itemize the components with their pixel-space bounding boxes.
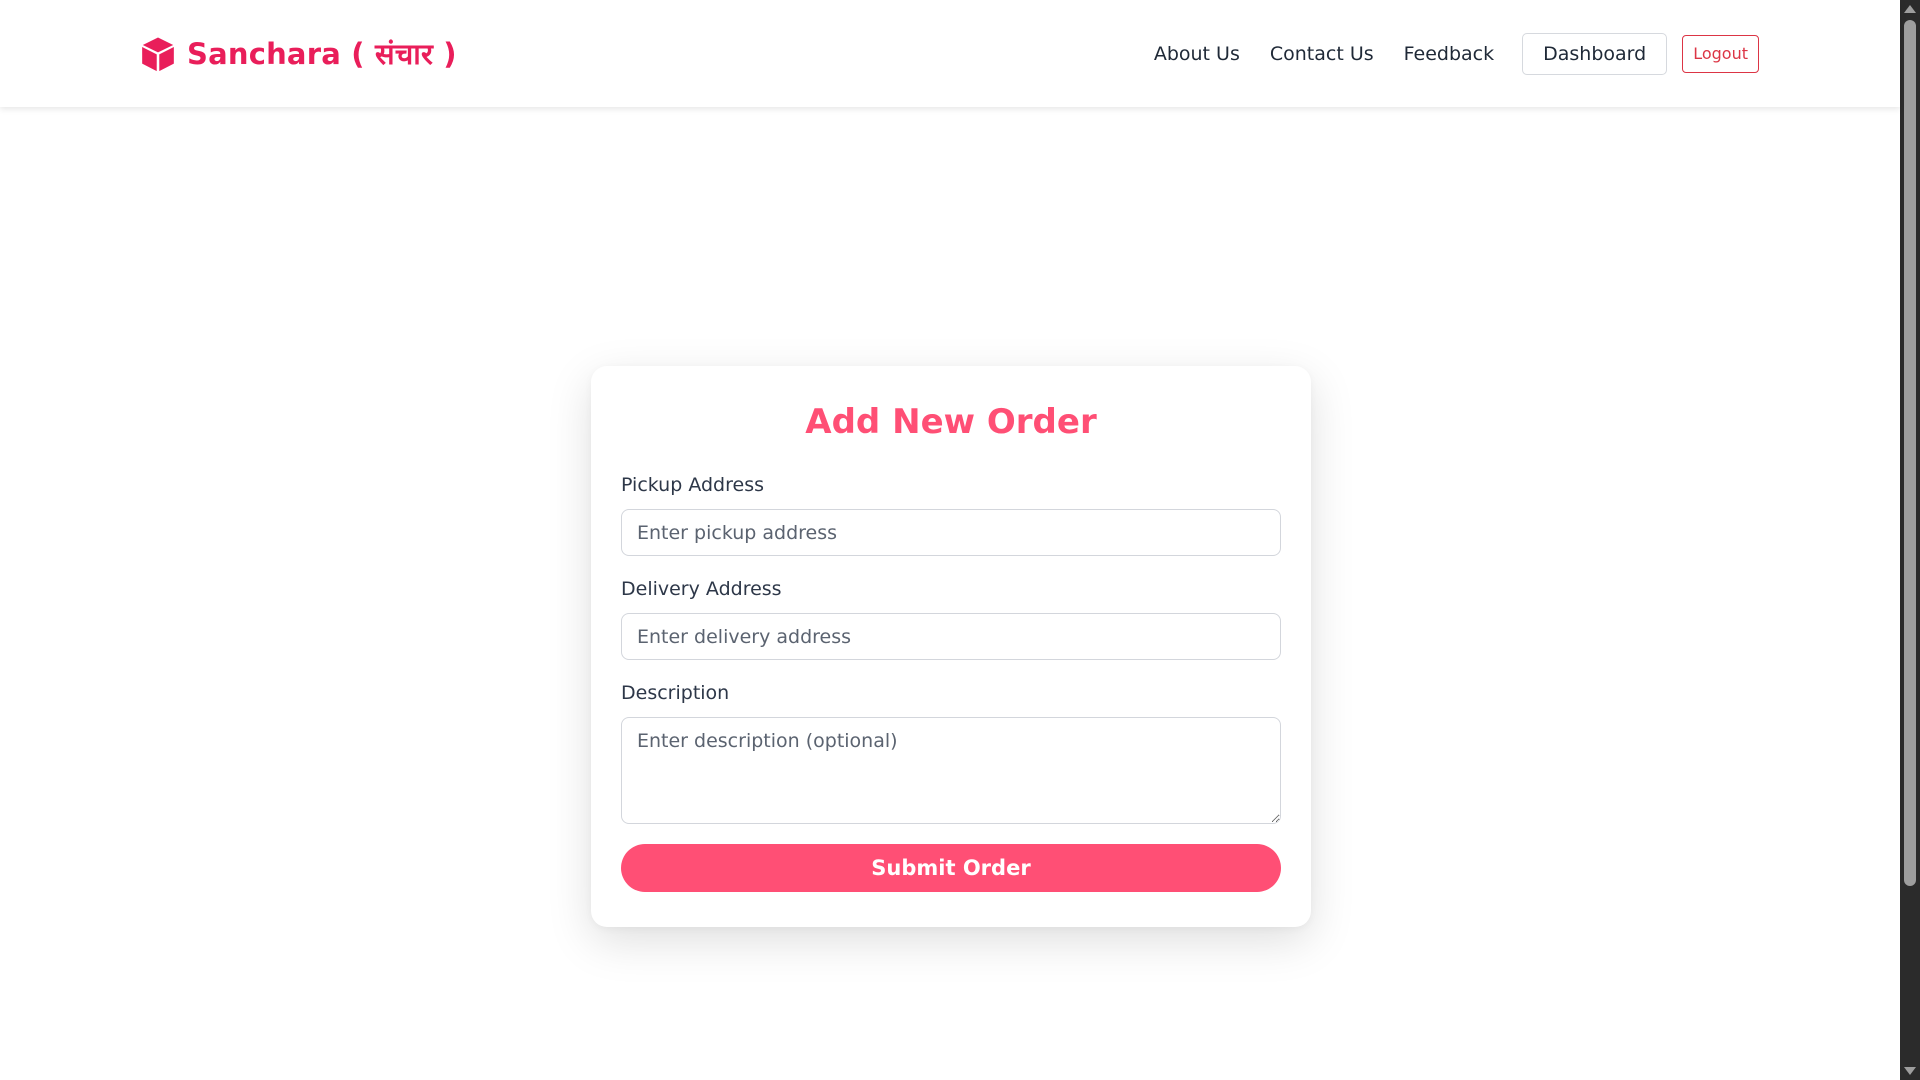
pickup-address-label: Pickup Address (621, 474, 764, 496)
nav-contact-us[interactable]: Contact Us (1255, 43, 1389, 65)
dashboard-button[interactable]: Dashboard (1522, 32, 1668, 75)
add-order-card: Add New Order Pickup Address Delivery Ad… (591, 366, 1311, 927)
scroll-down-arrow-icon[interactable] (1904, 1067, 1916, 1075)
brand-name: Sanchara ( संचार ) (187, 37, 457, 71)
submit-order-button[interactable]: Submit Order (621, 844, 1281, 892)
nav-about-us[interactable]: About Us (1139, 43, 1255, 65)
navbar: Sanchara ( संचार ) About Us Contact Us F… (0, 0, 1900, 107)
brand-logo[interactable]: Sanchara ( संचार ) (139, 34, 457, 73)
delivery-address-label: Delivery Address (621, 578, 782, 600)
delivery-address-input[interactable] (621, 613, 1281, 660)
scrollbar-thumb[interactable] (1904, 20, 1916, 886)
scroll-up-arrow-icon[interactable] (1904, 5, 1916, 13)
description-label: Description (621, 682, 730, 704)
page: Sanchara ( संचार ) About Us Contact Us F… (0, 0, 1920, 1080)
form-title: Add New Order (805, 402, 1097, 442)
nav-feedback[interactable]: Feedback (1389, 43, 1509, 65)
vertical-scrollbar[interactable] (1900, 0, 1920, 1080)
main-nav: About Us Contact Us Feedback Dashboard L… (1139, 32, 1759, 75)
pickup-address-input[interactable] (621, 509, 1281, 556)
logout-button[interactable]: Logout (1682, 34, 1759, 73)
description-textarea[interactable] (621, 717, 1281, 824)
box-icon (142, 37, 174, 71)
